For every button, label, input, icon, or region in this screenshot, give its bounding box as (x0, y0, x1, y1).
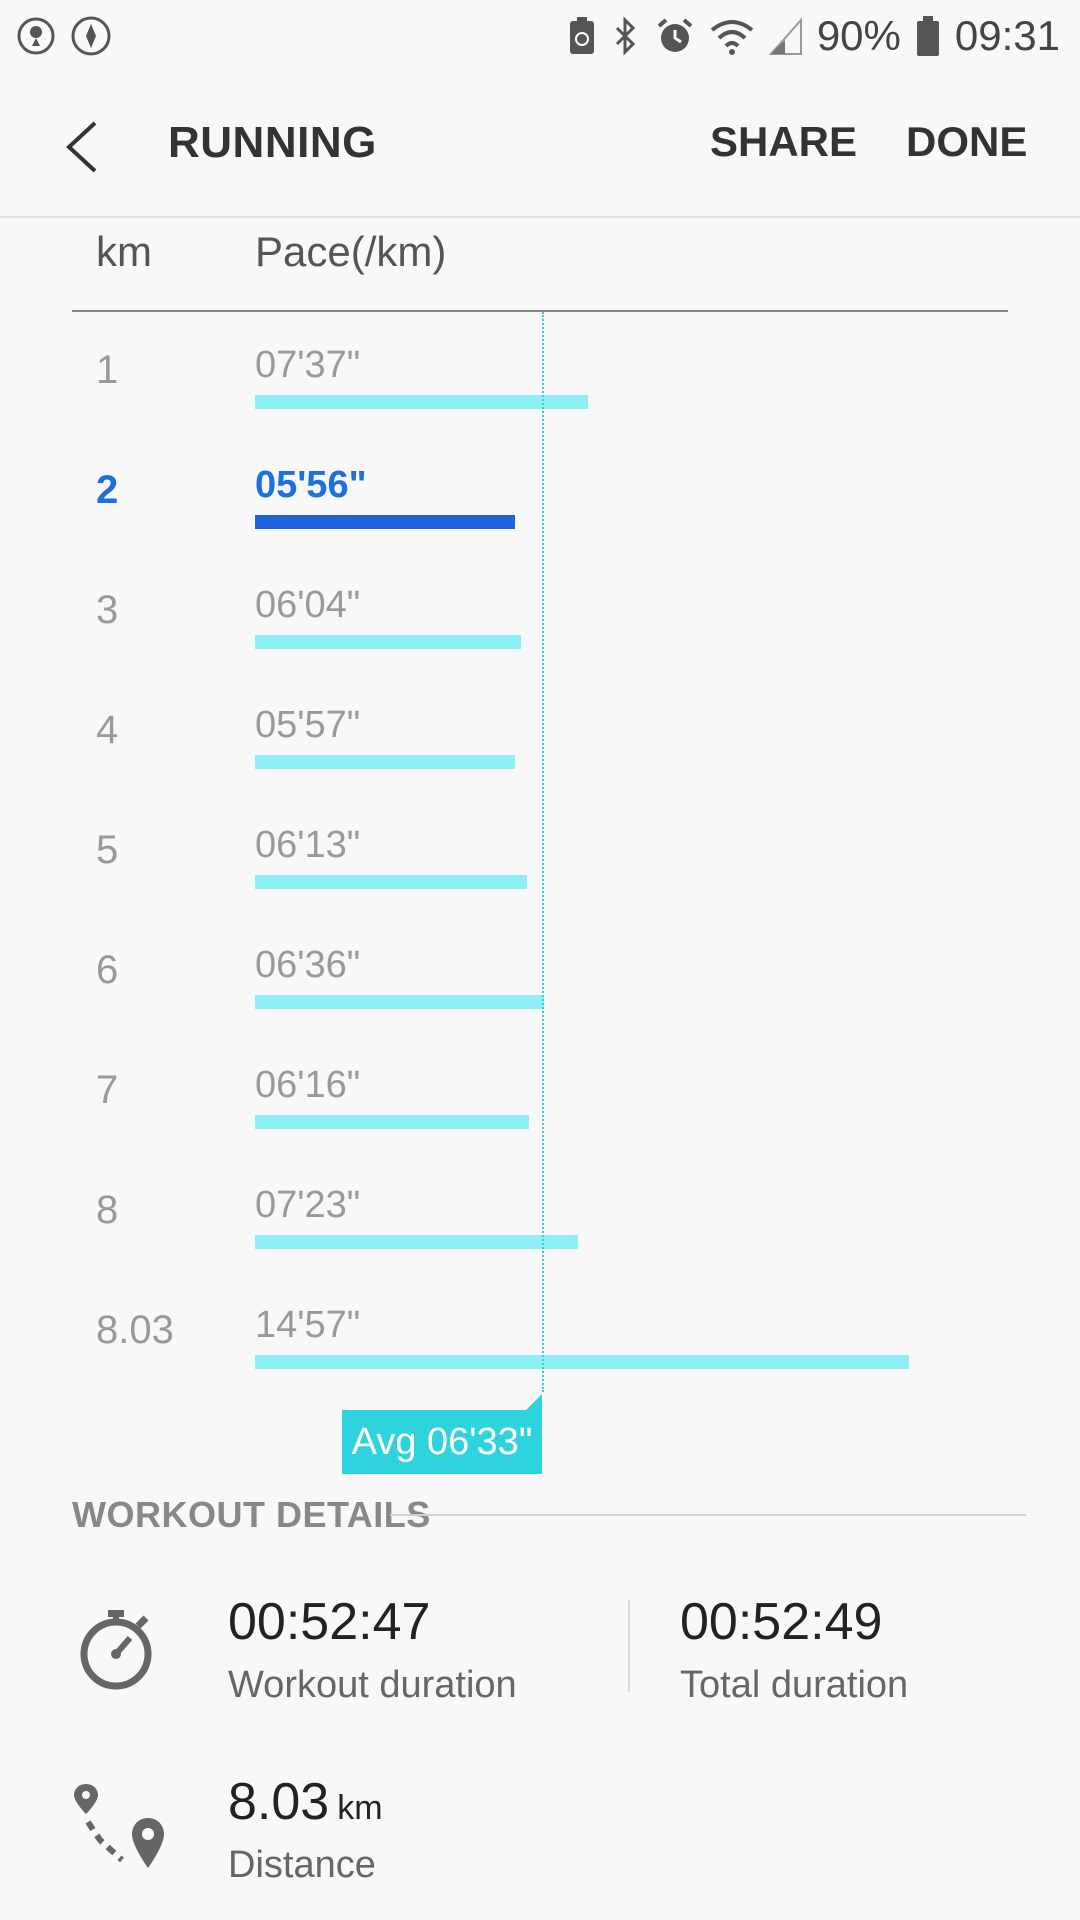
split-km-label: 2 (96, 468, 119, 512)
split-km-label: 8 (96, 1188, 119, 1232)
split-pace-label: 07'37" (255, 344, 361, 386)
split-km-label: 8.03 (96, 1308, 174, 1352)
split-pace-bar (255, 755, 515, 769)
split-km-label: 1 (96, 348, 119, 392)
distance-unit: km (337, 1789, 383, 1827)
signal-icon (768, 16, 803, 56)
split-km-label: 5 (96, 828, 119, 872)
workout-details-title: WORKOUT DETAILS (72, 1494, 431, 1535)
split-pace-label: 14'57" (255, 1304, 361, 1346)
split-pace-bar (255, 1235, 578, 1249)
total-duration-label: Total duration (680, 1664, 909, 1706)
column-header-pace: Pace(/km) (255, 228, 447, 275)
workout-duration-value: 00:52:47 (228, 1593, 431, 1651)
total-duration-value: 00:52:49 (680, 1593, 883, 1651)
split-pace-bar (255, 995, 544, 1009)
split-row[interactable]: 1 07'37" (0, 312, 1080, 432)
battery-icon (915, 15, 941, 57)
status-bar: 90% 09:31 (0, 0, 1080, 72)
route-icon (74, 1784, 164, 1868)
battery-saver-icon (567, 16, 597, 56)
split-pace-label: 05'56" (255, 464, 367, 506)
stats-divider (628, 1600, 630, 1692)
average-pace-badge: Avg 06'33" (342, 1394, 542, 1474)
stopwatch-icon (80, 1610, 152, 1690)
split-pace-label: 06'13" (255, 824, 361, 866)
compass-icon (70, 15, 112, 57)
status-right-icons: 90% 09:31 (567, 12, 1060, 60)
section-divider (390, 1514, 1026, 1516)
back-button[interactable] (52, 112, 112, 182)
split-row[interactable]: 7 06'16" (0, 1032, 1080, 1152)
distance-label: Distance (228, 1844, 376, 1886)
column-header-km: km (96, 228, 152, 275)
app-bar: RUNNING SHARE DONE (0, 72, 1080, 218)
share-button[interactable]: SHARE (710, 118, 857, 166)
battery-percent: 90% (816, 12, 901, 59)
distance-value: 8.03 (228, 1773, 330, 1831)
split-pace-label: 06'16" (255, 1064, 361, 1106)
done-button[interactable]: DONE (906, 118, 1027, 166)
split-pace-label: 05'57" (255, 704, 361, 746)
location-pin-icon (16, 16, 56, 56)
split-pace-bar (255, 875, 527, 889)
split-pace-bar (255, 395, 588, 409)
pace-chart: 1 07'37" 2 05'56" 3 06'04" 4 05'57" 5 06'13" 6 06'3… (0, 312, 1080, 1482)
split-row[interactable]: 6 06'36" (0, 912, 1080, 1032)
workout-duration-label: Workout duration (228, 1664, 517, 1706)
split-km-label: 7 (96, 1068, 119, 1112)
average-pace-line (542, 312, 544, 1392)
split-row[interactable]: 5 06'13" (0, 792, 1080, 912)
split-row[interactable]: 8.03 14'57" (0, 1272, 1080, 1392)
split-km-label: 3 (96, 588, 119, 632)
chevron-left-icon (66, 121, 97, 173)
clock-time: 09:31 (954, 12, 1060, 59)
split-pace-bar (255, 1355, 909, 1369)
split-row[interactable]: 3 06'04" (0, 552, 1080, 672)
split-pace-bar (255, 515, 515, 529)
wifi-icon (709, 16, 755, 56)
split-row[interactable]: 2 05'56" (0, 432, 1080, 552)
distance-value-group: 8.03 km (228, 1772, 383, 1832)
page-title: RUNNING (168, 118, 377, 167)
split-km-label: 4 (96, 708, 119, 752)
split-row[interactable]: 4 05'57" (0, 672, 1080, 792)
split-pace-label: 06'04" (255, 584, 361, 626)
split-pace-label: 06'36" (255, 944, 361, 986)
bluetooth-icon (611, 16, 641, 56)
alarm-icon (655, 16, 695, 56)
split-km-label: 6 (96, 948, 119, 992)
split-pace-bar (255, 635, 521, 649)
status-left-icons (16, 15, 112, 57)
split-row[interactable]: 8 07'23" (0, 1152, 1080, 1272)
split-pace-label: 07'23" (255, 1184, 361, 1226)
split-pace-bar (255, 1115, 529, 1129)
